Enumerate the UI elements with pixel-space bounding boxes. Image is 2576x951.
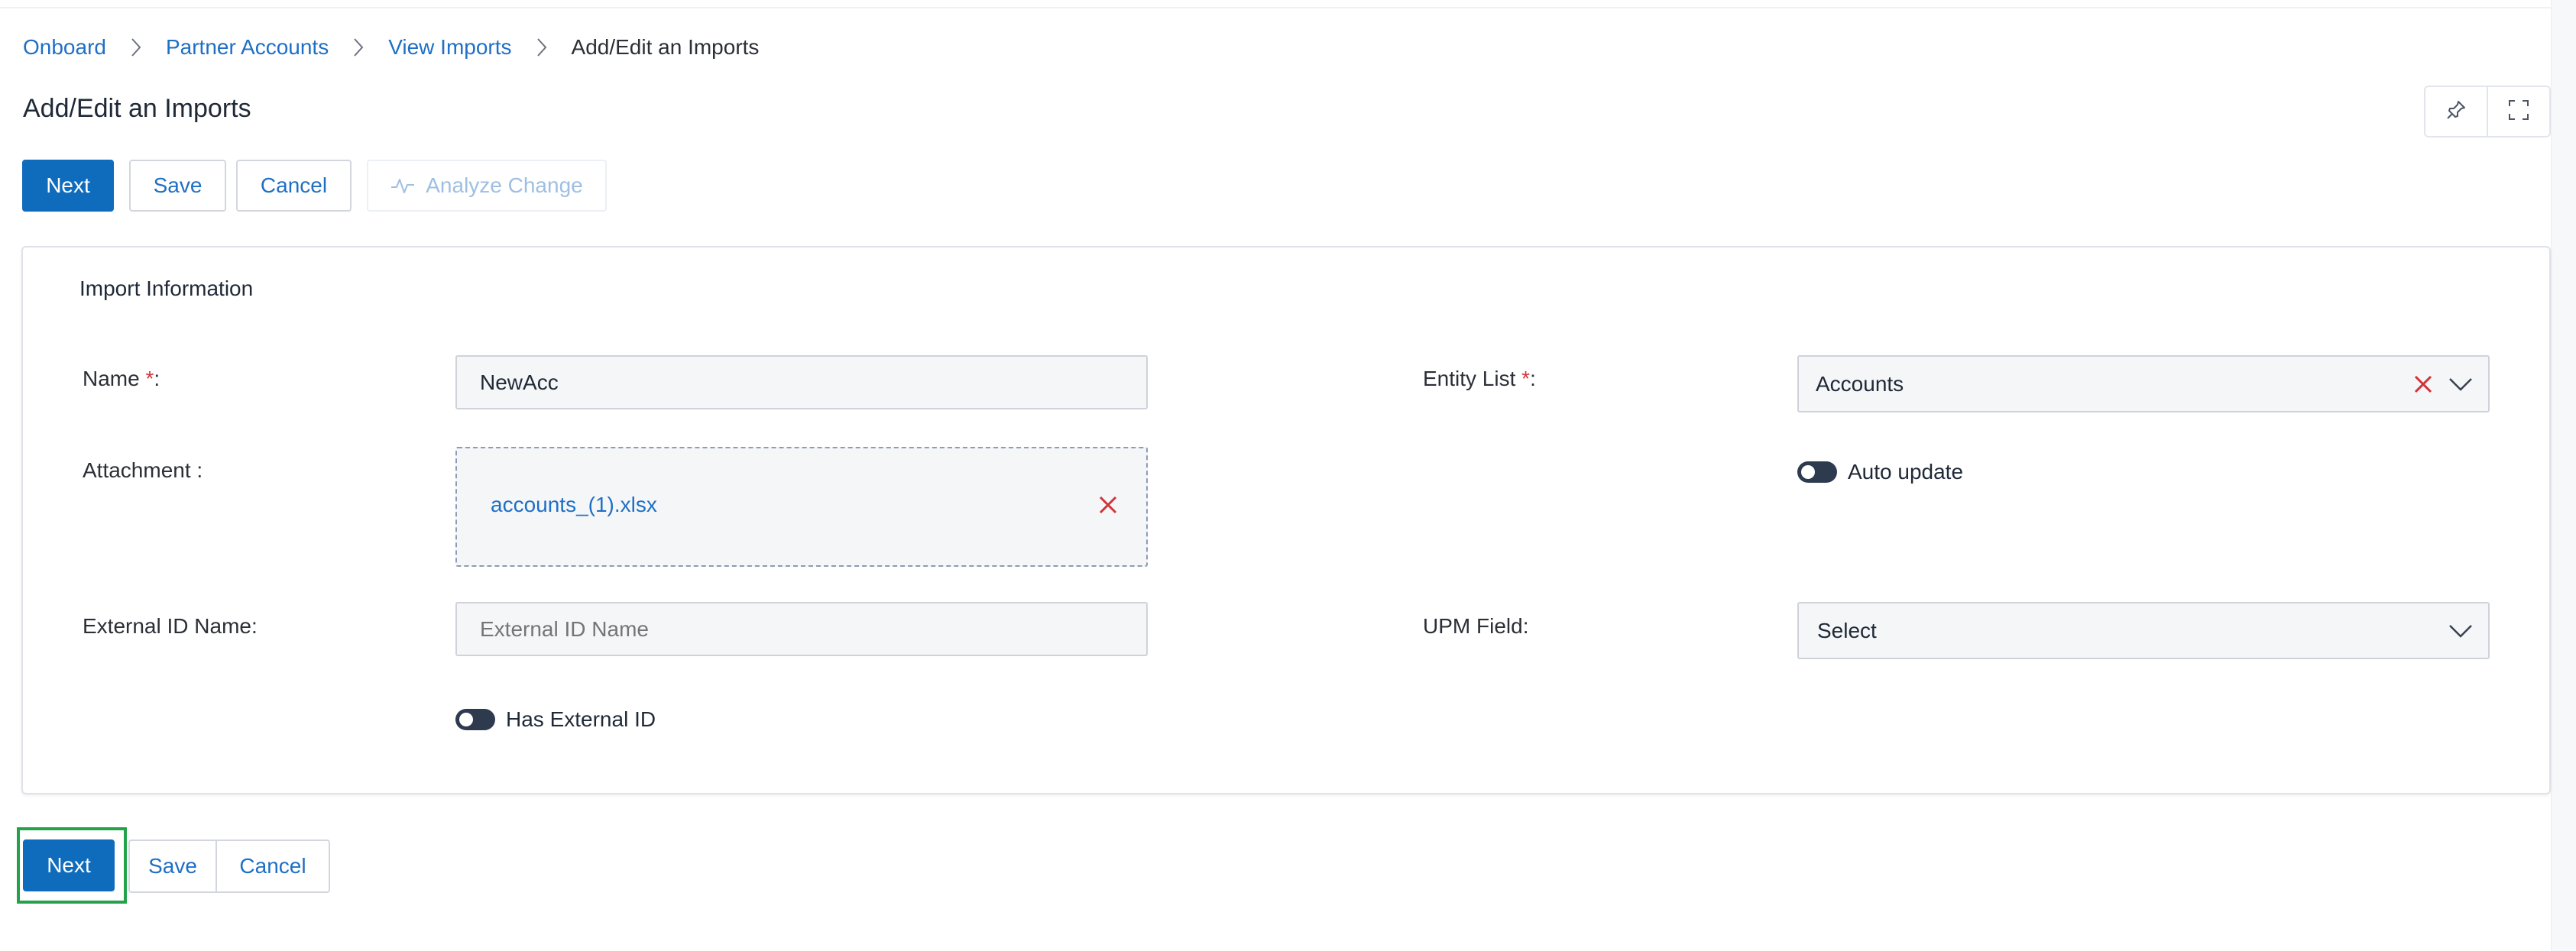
auto-update-row: Auto update — [1797, 457, 1963, 487]
pin-button[interactable] — [2425, 87, 2487, 136]
name-label-text: Name — [83, 367, 140, 390]
footer-save-button[interactable]: Save — [130, 841, 215, 891]
fullscreen-button[interactable] — [2487, 87, 2549, 136]
entity-list-value: Accounts — [1816, 371, 1904, 396]
save-button[interactable]: Save — [129, 160, 226, 212]
external-id-name-input[interactable] — [455, 602, 1148, 656]
breadcrumb: Onboard Partner Accounts View Imports Ad… — [23, 32, 759, 63]
remove-file-button[interactable] — [1097, 494, 1119, 516]
breadcrumb-partner-accounts[interactable]: Partner Accounts — [166, 35, 329, 60]
breadcrumb-onboard[interactable]: Onboard — [23, 35, 106, 60]
chevron-right-icon — [106, 37, 166, 57]
external-id-name-label: External ID Name: — [83, 614, 258, 638]
entity-list-select[interactable]: Accounts — [1797, 355, 2490, 412]
close-icon — [2414, 375, 2432, 393]
attachment-file-link[interactable]: accounts_(1).xlsx — [491, 493, 657, 517]
footer-next-button[interactable]: Next — [23, 839, 115, 891]
name-input[interactable]: NewAcc — [455, 355, 1148, 409]
footer-button-group: Save Cancel — [128, 839, 330, 893]
has-external-id-toggle[interactable] — [455, 709, 495, 730]
analyze-change-label: Analyze Change — [426, 173, 583, 197]
upm-field-select[interactable]: Select — [1797, 602, 2490, 659]
entity-list-label-text: Entity List — [1423, 367, 1516, 390]
label-colon: : — [1530, 367, 1536, 390]
upm-field-value: Select — [1817, 618, 1877, 642]
chevron-down-icon — [2448, 623, 2473, 639]
name-input-value: NewAcc — [480, 370, 559, 394]
analyze-change-button[interactable]: Analyze Change — [367, 160, 607, 212]
entity-list-label: Entity List *: — [1423, 364, 1536, 394]
breadcrumb-current: Add/Edit an Imports — [571, 35, 760, 59]
attachment-label: Attachment : — [83, 458, 203, 482]
scrollbar-track[interactable] — [2551, 0, 2576, 951]
has-external-id-label: Has External ID — [506, 707, 656, 731]
clear-selection-button[interactable] — [2413, 374, 2433, 394]
attachment-dropzone[interactable]: accounts_(1).xlsx — [455, 447, 1148, 567]
chevron-down-icon — [2448, 377, 2473, 392]
auto-update-label: Auto update — [1848, 460, 1964, 484]
view-controls — [2424, 86, 2551, 137]
footer-cancel-button[interactable]: Cancel — [215, 841, 329, 891]
top-divider — [0, 7, 2576, 8]
close-icon — [1099, 496, 1117, 514]
import-information-card — [21, 246, 2551, 794]
pin-icon — [2445, 99, 2467, 125]
chevron-right-icon — [512, 37, 572, 57]
required-mark: * — [145, 367, 154, 390]
page-title: Add/Edit an Imports — [23, 94, 251, 123]
pulse-icon — [391, 179, 415, 193]
auto-update-toggle[interactable] — [1797, 461, 1837, 483]
name-label: Name *: — [83, 364, 160, 394]
required-mark: * — [1521, 367, 1531, 390]
next-button[interactable]: Next — [22, 160, 114, 212]
chevron-right-icon — [329, 37, 388, 57]
breadcrumb-view-imports[interactable]: View Imports — [388, 35, 511, 60]
has-external-id-row: Has External ID — [455, 704, 656, 735]
section-title: Import Information — [79, 277, 254, 300]
upm-field-label: UPM Field: — [1423, 614, 1529, 638]
label-colon: : — [154, 367, 160, 390]
fullscreen-icon — [2507, 99, 2530, 125]
cancel-button[interactable]: Cancel — [236, 160, 352, 212]
